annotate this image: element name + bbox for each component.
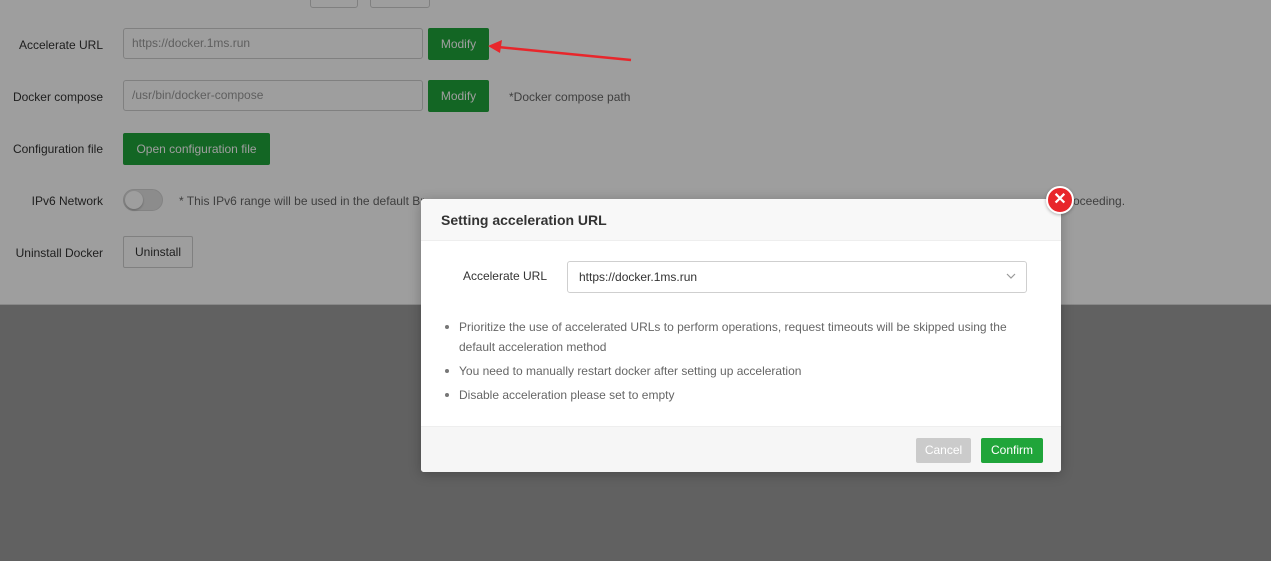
accelerate-url-select[interactable]: https://docker.1ms.run	[567, 261, 1027, 293]
list-item: Prioritize the use of accelerated URLs t…	[445, 317, 1035, 357]
confirm-button[interactable]: Confirm	[981, 438, 1043, 463]
list-item: You need to manually restart docker afte…	[445, 361, 1035, 381]
list-item: Disable acceleration please set to empty	[445, 385, 1035, 405]
note-text: You need to manually restart docker afte…	[459, 364, 802, 378]
close-icon[interactable]: ✕	[1046, 186, 1074, 214]
select-value: https://docker.1ms.run	[579, 270, 698, 284]
chevron-down-icon	[1006, 273, 1016, 279]
cancel-button[interactable]: Cancel	[916, 438, 971, 463]
bullet-icon	[445, 325, 449, 329]
note-text: Disable acceleration please set to empty	[459, 388, 675, 402]
dialog-notes-list: Prioritize the use of accelerated URLs t…	[445, 317, 1035, 409]
annotation-arrow-head	[488, 40, 502, 53]
dialog-accelerate-url-label: Accelerate URL	[462, 269, 547, 283]
annotation-arrow-line	[497, 45, 632, 62]
annotation-arrow	[488, 40, 632, 62]
bullet-icon	[445, 393, 449, 397]
dialog-footer: Cancel Confirm	[421, 426, 1061, 472]
bullet-icon	[445, 369, 449, 373]
acceleration-url-dialog: Setting acceleration URL ✕ Accelerate UR…	[421, 186, 1074, 472]
note-text: Prioritize the use of accelerated URLs t…	[459, 320, 1007, 354]
dialog-title: Setting acceleration URL	[421, 199, 1061, 241]
